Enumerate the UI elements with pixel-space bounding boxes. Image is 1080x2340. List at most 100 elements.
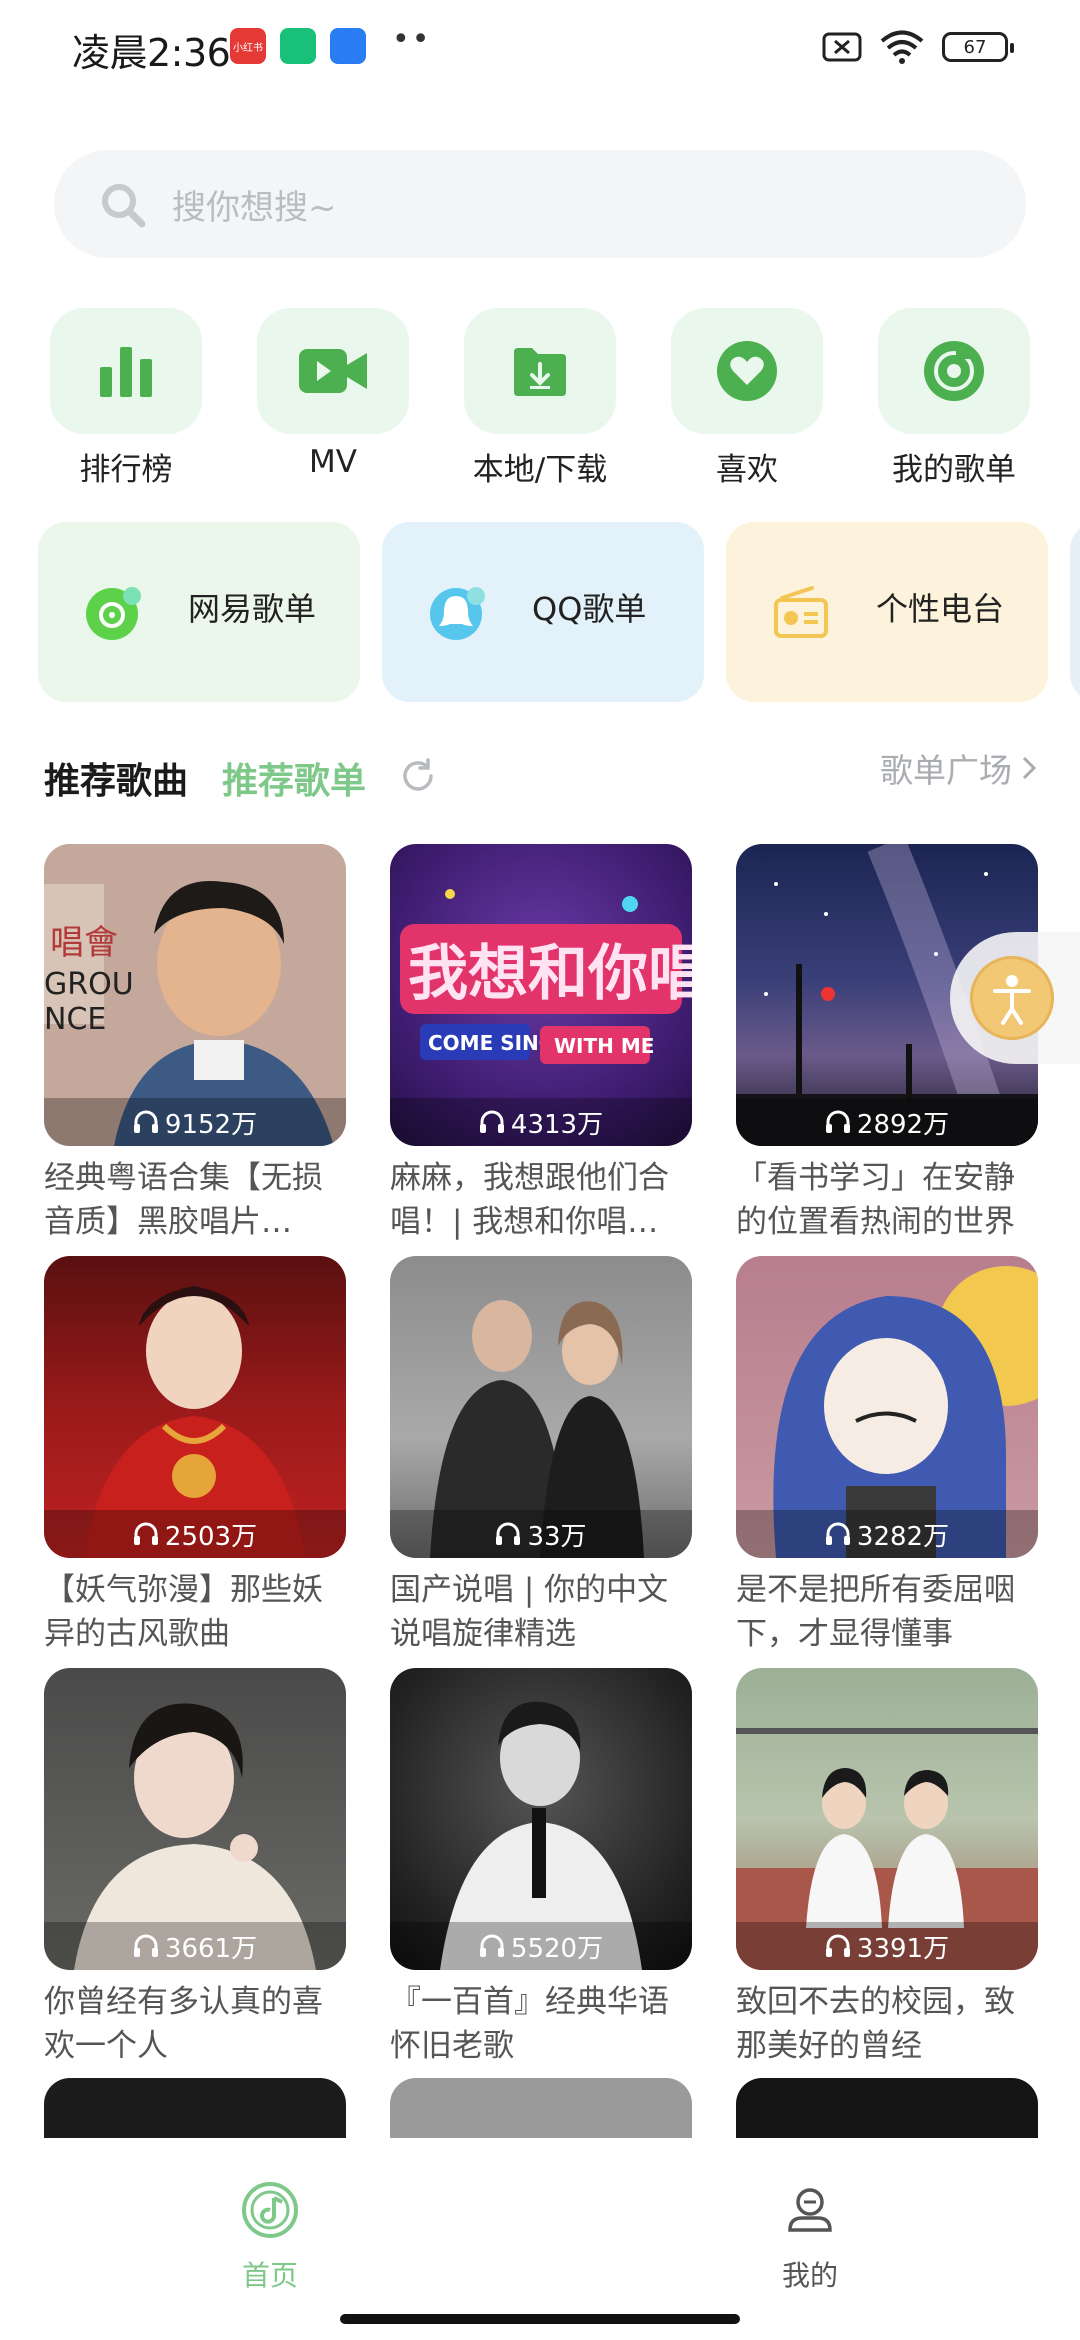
play-count-value: 3661万 xyxy=(164,1933,258,1964)
netease-playlist-card[interactable]: 网易歌单 xyxy=(38,522,360,702)
play-count-value: 4313万 xyxy=(510,1109,604,1140)
play-count: 9152万 xyxy=(44,1098,346,1146)
heart-icon xyxy=(717,341,777,401)
headphones-icon xyxy=(479,1110,504,1133)
video-camera-icon xyxy=(299,349,367,393)
play-count: 2892万 xyxy=(736,1098,1038,1146)
playlist-card[interactable]: 我想和你唱 COME SING WITH ME 4313万 麻麻，我想跟他们合唱… xyxy=(390,844,692,1244)
quick-entries: 排行榜 MV 本地/下载 喜欢 我的歌单 xyxy=(0,308,1080,498)
quick-entry-ranking[interactable]: 排行榜 xyxy=(50,308,202,489)
play-count: 3391万 xyxy=(736,1922,1038,1970)
playlist-card[interactable]: 3391万 致回不去的校园，致那美好的曾经 xyxy=(736,1668,1038,2068)
playlist-card[interactable]: 3282万 是不是把所有委屈咽下，才显得懂事 xyxy=(736,1256,1038,1656)
floating-assistant-button[interactable] xyxy=(950,932,1080,1064)
headphones-icon xyxy=(825,1110,850,1133)
playlist-name: 是不是把所有委屈咽下，才显得懂事 xyxy=(736,1572,1015,1652)
headphones-icon xyxy=(479,1934,504,1957)
bottom-navigation: 首页 我的 xyxy=(0,2138,1080,2340)
accessibility-icon xyxy=(970,956,1054,1040)
play-count: 4313万 xyxy=(390,1098,692,1146)
playlist-cover: 我想和你唱 COME SING WITH ME 4313万 xyxy=(390,844,692,1146)
quick-entry-label: 喜欢 xyxy=(716,452,778,488)
playlist-name: 麻麻，我想跟他们合唱！| 我想和你唱… xyxy=(390,1160,669,1240)
playlist-card[interactable]: 3661万 你曾经有多认真的喜欢一个人 xyxy=(44,1668,346,2068)
playlist-cover: 2503万 xyxy=(44,1256,346,1558)
playlist-cover-partial[interactable] xyxy=(736,2078,1038,2138)
play-count-value: 3282万 xyxy=(856,1521,950,1552)
playlist-name: 国产说唱 | 你的中文说唱旋律精选 xyxy=(390,1572,669,1652)
playlist-cover-partial[interactable] xyxy=(44,2078,346,2138)
status-time: 凌晨2:36 xyxy=(72,31,231,75)
download-folder-icon xyxy=(514,348,566,396)
play-count: 5520万 xyxy=(390,1922,692,1970)
play-count: 2503万 xyxy=(44,1510,346,1558)
wifi-icon xyxy=(880,30,924,64)
playlist-name: 「看书学习」在安静的位置看热闹的世界 xyxy=(736,1160,1015,1240)
search-input[interactable]: 搜你想搜~ xyxy=(54,150,1026,258)
play-count: 3661万 xyxy=(44,1922,346,1970)
playlist-cover-partial[interactable] xyxy=(390,2078,692,2138)
play-count: 3282万 xyxy=(736,1510,1038,1558)
category-cards: 网易歌单 QQ歌单 个性电台 xyxy=(0,522,1080,702)
headphones-icon xyxy=(133,1110,158,1133)
tab-recommended-playlists[interactable]: 推荐歌单 xyxy=(222,752,366,804)
bird-app-icon xyxy=(330,28,366,64)
refresh-icon[interactable] xyxy=(398,756,438,796)
user-icon xyxy=(788,2188,832,2232)
personal-radio-card[interactable]: 个性电台 xyxy=(726,522,1048,702)
xiaohongshu-app-icon: 小红书 xyxy=(230,28,266,64)
playlist-card[interactable]: 2503万 【妖气弥漫】那些妖异的古风歌曲 xyxy=(44,1256,346,1656)
tab-recommended-songs[interactable]: 推荐歌曲 xyxy=(44,752,188,804)
headphones-icon xyxy=(496,1522,521,1545)
gesture-home-bar[interactable] xyxy=(340,2314,740,2324)
quick-entry-label: MV xyxy=(309,444,357,480)
next-category-card[interactable] xyxy=(1070,522,1080,702)
svg-text:GROU: GROU xyxy=(44,967,134,1002)
shield-app-icon xyxy=(280,28,316,64)
playlist-name: 致回不去的校园，致那美好的曾经 xyxy=(736,1984,1015,2064)
playlist-name: 经典粤语合集【无损音质】黑胶唱片… xyxy=(44,1160,323,1240)
category-label: 个性电台 xyxy=(876,590,1005,628)
playlist-cover: 3661万 xyxy=(44,1668,346,1970)
quick-entry-my-playlists[interactable]: 我的歌单 xyxy=(878,308,1030,489)
play-count-value: 2892万 xyxy=(856,1109,950,1140)
chevron-right-icon xyxy=(1022,756,1037,780)
quick-entry-favorites[interactable]: 喜欢 xyxy=(671,308,823,489)
playlist-cover: 3391万 xyxy=(736,1668,1038,1970)
nav-mine[interactable]: 我的 xyxy=(710,2180,910,2294)
battery-indicator: 67 xyxy=(942,32,1014,62)
category-label: QQ歌单 xyxy=(532,590,647,628)
playlist-cover: 唱會 GROU NCE 9152万 xyxy=(44,844,346,1146)
play-count-value: 5520万 xyxy=(510,1933,604,1964)
playlist-cover: 5520万 xyxy=(390,1668,692,1970)
playlist-card[interactable]: 5520万 『一百首』经典华语怀旧老歌 xyxy=(390,1668,692,2068)
headphones-icon xyxy=(825,1934,850,1957)
category-label: 网易歌单 xyxy=(188,590,317,628)
quick-entry-label: 本地/下载 xyxy=(472,452,608,488)
status-bar: 凌晨2:36 小红书 •• 67 xyxy=(0,0,1080,96)
quick-entry-mv[interactable]: MV xyxy=(257,308,409,480)
svg-text:COME SING: COME SING xyxy=(428,1031,555,1055)
svg-text:NCE: NCE xyxy=(44,1002,106,1037)
playlist-plaza-link[interactable]: 歌单广场 xyxy=(880,744,1038,792)
headphones-icon xyxy=(133,1934,158,1957)
nav-label: 我的 xyxy=(781,2259,838,2292)
playlist-card[interactable]: 33万 国产说唱 | 你的中文说唱旋律精选 xyxy=(390,1256,692,1656)
disc-icon xyxy=(924,341,984,401)
quick-entry-local-download[interactable]: 本地/下载 xyxy=(464,308,616,489)
qq-playlist-card[interactable]: QQ歌单 xyxy=(382,522,704,702)
playlist-card[interactable]: 唱會 GROU NCE 9152万 经典粤语合集【无损音质】黑胶唱片… xyxy=(44,844,346,1244)
nav-label: 首页 xyxy=(241,2259,298,2292)
play-count: 33万 xyxy=(390,1510,692,1558)
svg-text:我想和你唱: 我想和你唱 xyxy=(408,939,692,1009)
netease-icon xyxy=(86,587,141,640)
qq-icon xyxy=(430,587,485,640)
no-sim-icon xyxy=(822,32,862,62)
playlist-name: 【妖气弥漫】那些妖异的古风歌曲 xyxy=(44,1572,323,1652)
playlist-plaza-label: 歌单广场 xyxy=(880,751,1012,790)
nav-home[interactable]: 首页 xyxy=(170,2180,370,2294)
bar-chart-icon xyxy=(100,347,152,397)
headphones-icon xyxy=(825,1522,850,1545)
play-count-value: 3391万 xyxy=(856,1933,950,1964)
playlist-cover: 33万 xyxy=(390,1256,692,1558)
